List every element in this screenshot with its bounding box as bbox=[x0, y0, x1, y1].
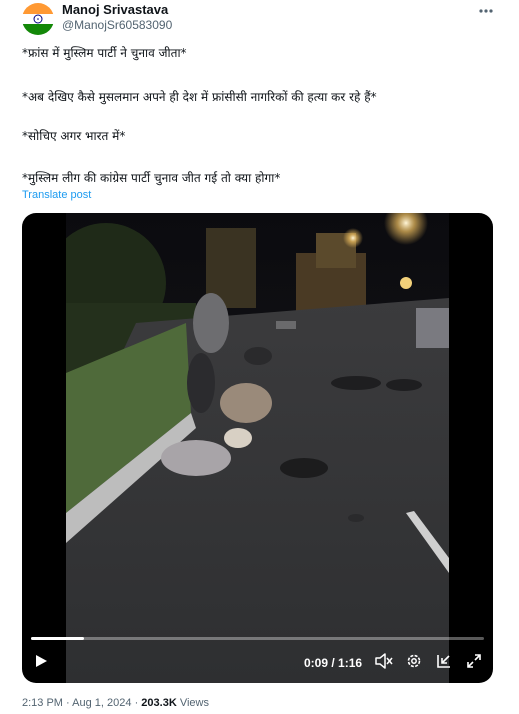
meta-separator: · bbox=[134, 697, 139, 709]
fullscreen-button[interactable] bbox=[464, 653, 484, 673]
tweet-time[interactable]: 2:13 PM bbox=[22, 697, 63, 709]
tweet-text-line: *सोचिए अगर भारत में* bbox=[22, 129, 126, 143]
video-progress-bar[interactable] bbox=[31, 637, 484, 640]
more-options-icon[interactable] bbox=[476, 4, 496, 18]
author-name[interactable]: Manoj Srivastava bbox=[62, 2, 168, 17]
author-handle[interactable]: @ManojSr60583090 bbox=[62, 18, 172, 32]
fullscreen-icon bbox=[466, 653, 482, 674]
tweet: Manoj Srivastava @ManojSr60583090 *फ्रां… bbox=[0, 0, 519, 714]
avatar[interactable] bbox=[22, 3, 54, 35]
play-button[interactable] bbox=[32, 653, 50, 673]
video-time: 0:09 / 1:16 bbox=[304, 656, 363, 670]
tweet-meta: 2:13 PM · Aug 1, 2024 · 203.3K Views bbox=[22, 697, 209, 709]
translate-post-link[interactable]: Translate post bbox=[22, 189, 91, 201]
tweet-text-line: *फ्रांस में मुस्लिम पार्टी ने चुनाव जीता… bbox=[22, 46, 187, 60]
views-label: Views bbox=[179, 697, 209, 709]
video-progress-fill bbox=[31, 637, 85, 640]
tweet-text-line: *मुस्लिम लीग की कांग्रेस पार्टी चुनाव जी… bbox=[22, 171, 281, 185]
volume-muted-icon bbox=[375, 652, 393, 674]
video-frame[interactable] bbox=[66, 213, 449, 683]
play-icon bbox=[34, 654, 48, 673]
settings-button[interactable] bbox=[404, 653, 424, 673]
tweet-date[interactable]: Aug 1, 2024 bbox=[72, 697, 131, 709]
volume-button[interactable] bbox=[374, 652, 394, 674]
meta-separator: · bbox=[66, 697, 70, 709]
settings-gear-icon bbox=[406, 653, 422, 674]
views-count: 203.3K bbox=[141, 697, 177, 709]
dock-button[interactable] bbox=[434, 653, 454, 673]
dock-icon bbox=[436, 653, 452, 674]
tweet-text-line: *अब देखिए कैसे मुसलमान अपने ही देश में फ… bbox=[22, 90, 377, 104]
video-player[interactable]: 0:09 / 1:16 bbox=[22, 213, 493, 683]
